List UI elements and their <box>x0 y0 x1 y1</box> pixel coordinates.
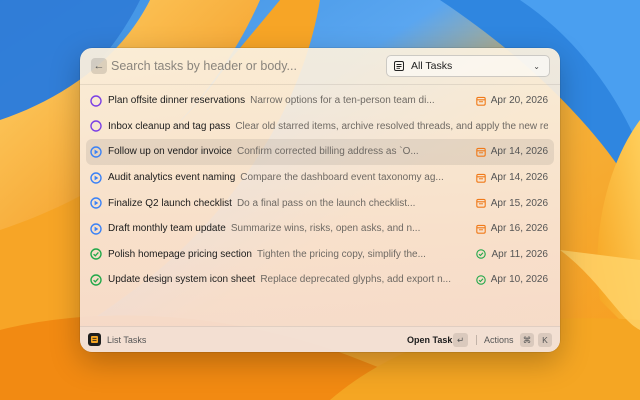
task-header-text: Finalize Q2 launch checklist <box>108 197 232 209</box>
footer-divider <box>476 335 477 345</box>
back-button[interactable]: ← <box>91 58 107 74</box>
task-text: Finalize Q2 launch checklist Do a final p… <box>108 198 415 209</box>
task-date-text: Apr 14, 2026 <box>490 146 548 158</box>
filter-selected-label: All Tasks <box>411 60 453 72</box>
check-circle-icon <box>476 249 487 260</box>
task-date-text: Apr 15, 2026 <box>490 197 548 209</box>
task-date: Apr 14, 2026 <box>475 146 548 158</box>
task-date: Apr 15, 2026 <box>475 197 548 209</box>
in-progress-play-icon <box>90 223 102 235</box>
done-check-icon <box>90 274 102 286</box>
task-body-preview: Confirm corrected billing address as `O.… <box>236 146 419 158</box>
task-text: Polish homepage pricing section Tighten t… <box>108 249 426 260</box>
calendar-icon <box>475 96 486 106</box>
task-row[interactable]: Update design system icon sheet Replace d… <box>86 267 554 293</box>
calendar-icon <box>475 198 486 208</box>
calendar-icon <box>475 224 486 234</box>
chevron-down-icon: ⌄ <box>533 61 540 71</box>
task-row[interactable]: Follow up on vendor invoice Confirm corre… <box>86 139 554 165</box>
task-date: Apr 20, 2026 <box>475 95 548 107</box>
task-text: Plan offsite dinner reservations Narrow o… <box>108 95 435 106</box>
task-body-preview: Tighten the pricing copy, simplify the..… <box>256 248 426 260</box>
task-body-preview: Narrow options for a ten-person team di.… <box>250 95 435 107</box>
task-row[interactable]: Finalize Q2 launch checklist Do a final p… <box>86 190 554 216</box>
task-list-app-icon <box>91 336 98 343</box>
check-circle-icon <box>475 275 486 285</box>
todo-circle-icon <box>90 95 102 107</box>
task-text: Audit analytics event naming Compare the … <box>108 172 444 183</box>
task-date: Apr 10, 2026 <box>475 274 548 286</box>
task-date-text: Apr 11, 2026 <box>491 248 548 260</box>
task-row[interactable]: Audit analytics event naming Compare the … <box>86 165 554 191</box>
task-filter-dropdown[interactable]: All Tasks ⌄ <box>386 55 550 77</box>
task-header-text: Polish homepage pricing section <box>108 248 252 260</box>
list-icon <box>394 61 404 71</box>
done-check-icon <box>90 248 102 261</box>
k-key-hint: K <box>538 333 552 347</box>
action-bar: List Tasks Open Task ↵ Actions ⌘ K <box>80 326 560 352</box>
task-header-text: Follow up on vendor invoice <box>108 146 232 158</box>
task-row[interactable]: Plan offsite dinner reservations Narrow o… <box>86 88 554 114</box>
enter-key-hint: ↵ <box>453 333 468 347</box>
task-row[interactable]: Inbox cleanup and tag pass Clear old star… <box>86 114 554 140</box>
task-date: Apr 16, 2026 <box>475 223 548 235</box>
task-body-preview: Clear old starred items, archive resolve… <box>235 120 548 132</box>
search-input[interactable] <box>111 57 371 75</box>
todo-circle-icon <box>90 120 102 133</box>
in-progress-play-icon <box>90 171 102 184</box>
task-header-text: Inbox cleanup and tag pass <box>108 120 231 132</box>
task-text: Follow up on vendor invoice Confirm corre… <box>108 146 419 157</box>
command-key-hint: ⌘ <box>520 333 534 347</box>
task-header-text: Plan offsite dinner reservations <box>108 95 246 107</box>
actions-button[interactable]: Actions <box>484 335 514 345</box>
arrow-left-icon: ← <box>93 59 105 72</box>
open-task-button[interactable]: Open Task <box>407 335 452 345</box>
task-text: Inbox cleanup and tag pass Clear old star… <box>108 121 548 132</box>
calendar-icon <box>475 147 486 157</box>
task-list: Plan offsite dinner reservations Narrow o… <box>80 88 560 293</box>
task-header-text: Audit analytics event naming <box>108 172 236 184</box>
in-progress-play-icon <box>90 146 102 158</box>
task-date-text: Apr 16, 2026 <box>490 223 548 235</box>
task-row[interactable]: Polish homepage pricing section Tighten t… <box>86 242 554 268</box>
task-body-preview: Compare the dashboard event taxonomy ag.… <box>240 172 444 184</box>
task-header-text: Update design system icon sheet <box>108 274 256 286</box>
task-body-preview: Replace deprecated glyphs, add export n.… <box>260 274 451 286</box>
task-date: Apr 14, 2026 <box>475 172 548 184</box>
task-header-text: Draft monthly team update <box>108 223 226 235</box>
task-body-preview: Do a final pass on the launch checklist.… <box>236 197 416 209</box>
task-date-text: Apr 10, 2026 <box>490 274 548 286</box>
task-body-preview: Summarize wins, risks, open asks, and n.… <box>230 223 421 235</box>
app-icon <box>88 333 101 346</box>
in-progress-play-icon <box>90 197 102 209</box>
search-bar: ← All Tasks ⌄ <box>80 48 560 85</box>
command-title: List Tasks <box>107 335 147 345</box>
calendar-icon <box>475 173 486 183</box>
task-date: Apr 11, 2026 <box>476 249 548 260</box>
task-search-panel: ← All Tasks ⌄ Plan offsite dinner reserv… <box>80 48 560 352</box>
task-text: Update design system icon sheet Replace d… <box>108 274 451 285</box>
task-row[interactable]: Draft monthly team update Summarize wins,… <box>86 216 554 242</box>
task-date-text: Apr 14, 2026 <box>490 172 548 184</box>
task-text: Draft monthly team update Summarize wins,… <box>108 223 420 234</box>
task-date-text: Apr 20, 2026 <box>490 95 548 107</box>
